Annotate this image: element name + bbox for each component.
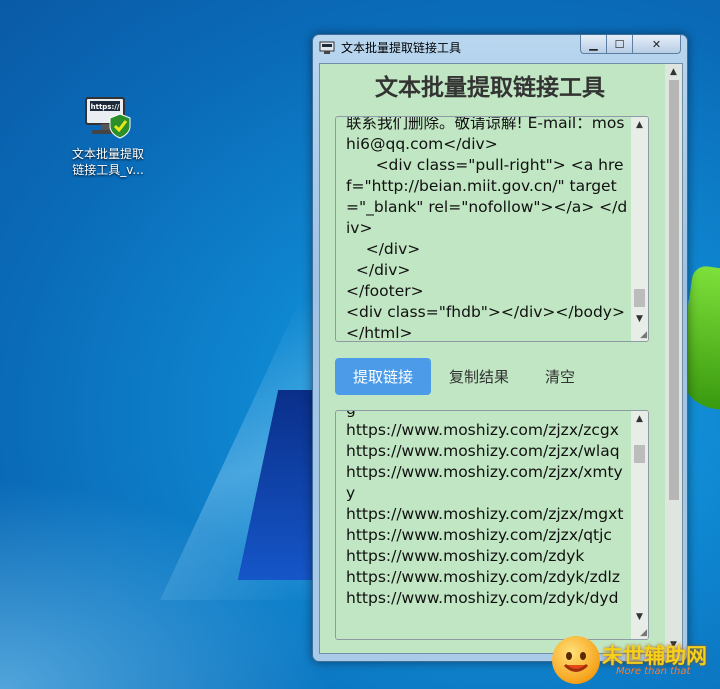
copy-result-button[interactable]: 复制结果 (431, 358, 527, 395)
extract-links-button[interactable]: 提取链接 (335, 358, 431, 395)
watermark-subtext: More than that (616, 666, 691, 677)
app-client-area: 文本批量提取链接工具 联系我们删除。敬请谅解! E-mail：moshi6@qq… (319, 63, 683, 654)
desktop-shortcut[interactable]: https:// 文本批量提取 链接工具_v... (62, 92, 154, 178)
smiley-mascot-icon (552, 636, 600, 684)
clear-button[interactable]: 清空 (527, 358, 593, 395)
scroll-up-icon[interactable]: ▲ (631, 411, 648, 427)
output-scroll-thumb[interactable] (634, 445, 645, 463)
window-scroll-thumb[interactable] (669, 80, 679, 500)
svg-text:https://: https:// (91, 103, 120, 111)
action-bar: 提取链接 复制结果 清空 (335, 358, 593, 395)
app-window: 文本批量提取链接工具 ▁ ☐ ✕ 文本批量提取链接工具 联系我们删除。敬请谅解!… (312, 34, 688, 662)
desktop-shortcut-label: 文本批量提取 链接工具_v... (71, 147, 144, 177)
input-scrollbar[interactable]: ▲ ▼ (631, 117, 648, 341)
input-text: 联系我们删除。敬请谅解! E-mail：moshi6@qq.com</div> … (346, 116, 628, 342)
window-title: 文本批量提取链接工具 (341, 41, 462, 55)
output-text: g https://www.moshizy.com/zjzx/zcgx http… (346, 411, 624, 607)
scroll-down-icon[interactable]: ▼ (631, 609, 648, 625)
output-textarea[interactable]: g https://www.moshizy.com/zjzx/zcgx http… (335, 410, 649, 640)
output-scrollbar[interactable]: ▲ ▼ (631, 411, 648, 639)
site-watermark-logo: 未世辅助网 More than that (552, 632, 720, 686)
maximize-button[interactable]: ☐ (607, 35, 633, 54)
window-titlebar[interactable]: 文本批量提取链接工具 ▁ ☐ ✕ (313, 35, 687, 59)
window-controls: ▁ ☐ ✕ (580, 35, 681, 55)
close-button[interactable]: ✕ (633, 35, 681, 54)
https-monitor-shield-icon: https:// (82, 92, 134, 144)
window-scrollbar[interactable]: ▲ ▼ (665, 64, 682, 653)
minimize-button[interactable]: ▁ (580, 35, 607, 54)
page-title: 文本批量提取链接工具 (375, 75, 605, 101)
app-window-icon (319, 40, 335, 54)
resize-grip-icon[interactable]: ◢ (640, 330, 647, 340)
input-scroll-thumb[interactable] (634, 289, 645, 307)
scroll-down-icon[interactable]: ▼ (631, 311, 648, 327)
scroll-up-icon[interactable]: ▲ (665, 64, 682, 80)
scroll-up-icon[interactable]: ▲ (631, 117, 648, 133)
input-textarea[interactable]: 联系我们删除。敬请谅解! E-mail：moshi6@qq.com</div> … (335, 116, 649, 342)
